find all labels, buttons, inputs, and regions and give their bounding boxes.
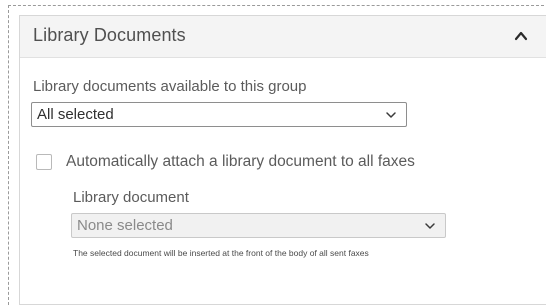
group-docs-label: Library documents available to this grou… (33, 78, 307, 95)
auto-attach-checkbox[interactable] (36, 154, 52, 170)
library-document-select-value: None selected (77, 217, 173, 234)
library-document-note: The selected document will be inserted a… (73, 248, 369, 258)
group-docs-select-value: All selected (37, 106, 114, 123)
chevron-up-icon[interactable] (512, 27, 530, 45)
library-document-label: Library document (73, 189, 189, 206)
panel-header[interactable]: Library Documents (20, 16, 546, 58)
panel-title: Library Documents (33, 25, 186, 45)
chevron-down-icon (386, 112, 396, 118)
group-docs-select[interactable]: All selected (31, 102, 407, 127)
auto-attach-label[interactable]: Automatically attach a library document … (66, 153, 415, 171)
library-document-select[interactable]: None selected (71, 213, 446, 238)
chevron-down-icon (425, 223, 435, 229)
